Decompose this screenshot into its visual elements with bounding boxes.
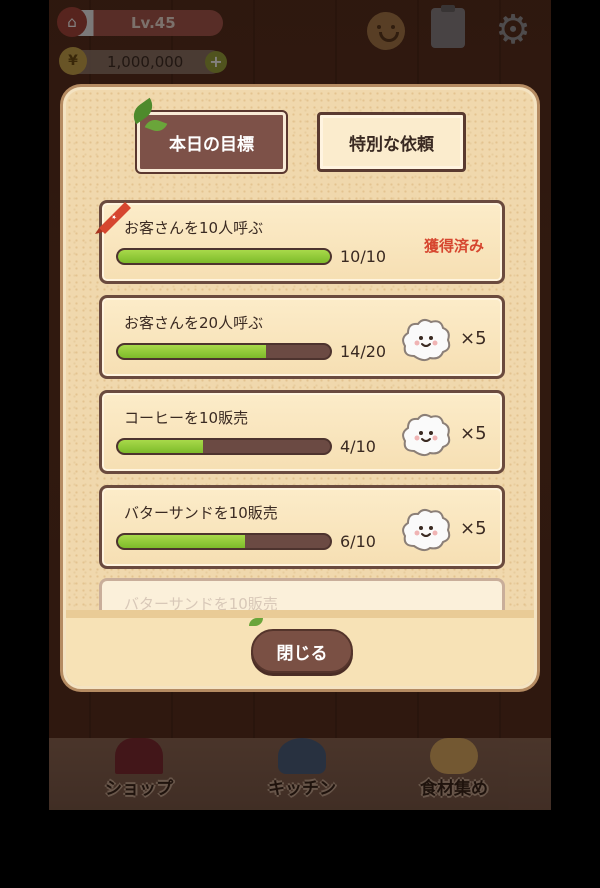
progress-fill	[118, 345, 267, 358]
goal-row: コーヒーを10販売 4/10 ×5	[99, 390, 505, 474]
goal-row: お客さんを20人呼ぶ 14/20 ×5	[99, 295, 505, 379]
goal-title: コーヒーを10販売	[124, 409, 249, 427]
goal-title: バターサンドを10販売	[124, 504, 278, 522]
progress-count: 14/20	[340, 342, 387, 361]
reward-multiplier: ×5	[460, 328, 487, 349]
goal-title: お客さんを10人呼ぶ	[124, 219, 264, 237]
goal-title: お客さんを20人呼ぶ	[124, 314, 264, 332]
claimed-status: 獲得済み	[423, 237, 484, 255]
goal-row: バターサンドを10販売 6/10 ×5	[99, 485, 505, 569]
progress-fill	[118, 250, 330, 263]
progress-count: 6/10	[340, 532, 376, 551]
progress-count: 10/10	[340, 247, 387, 266]
goal-row: ★ お客さんを10人呼ぶ 10/10 獲得済み	[95, 200, 505, 284]
cloud-mascot-icon	[400, 506, 452, 554]
reward-multiplier: ×5	[460, 518, 487, 539]
close-button[interactable]: 閉じる	[251, 629, 353, 673]
cloud-mascot-icon	[400, 411, 452, 459]
progress-bar	[116, 343, 332, 360]
progress-count: 4/10	[340, 437, 376, 456]
goals-modal: 本日の目標 特別な依頼 ★ お客さんを10人呼ぶ 10/10 獲得済み お客さんを20人…	[63, 87, 537, 689]
cloud-mascot-icon	[400, 316, 452, 364]
progress-bar	[116, 438, 332, 455]
tab-special-requests[interactable]: 特別な依頼	[317, 112, 466, 172]
progress-fill	[118, 535, 246, 548]
progress-bar	[116, 533, 332, 550]
reward-multiplier: ×5	[460, 423, 487, 444]
progress-bar	[116, 248, 332, 265]
progress-fill	[118, 440, 203, 453]
